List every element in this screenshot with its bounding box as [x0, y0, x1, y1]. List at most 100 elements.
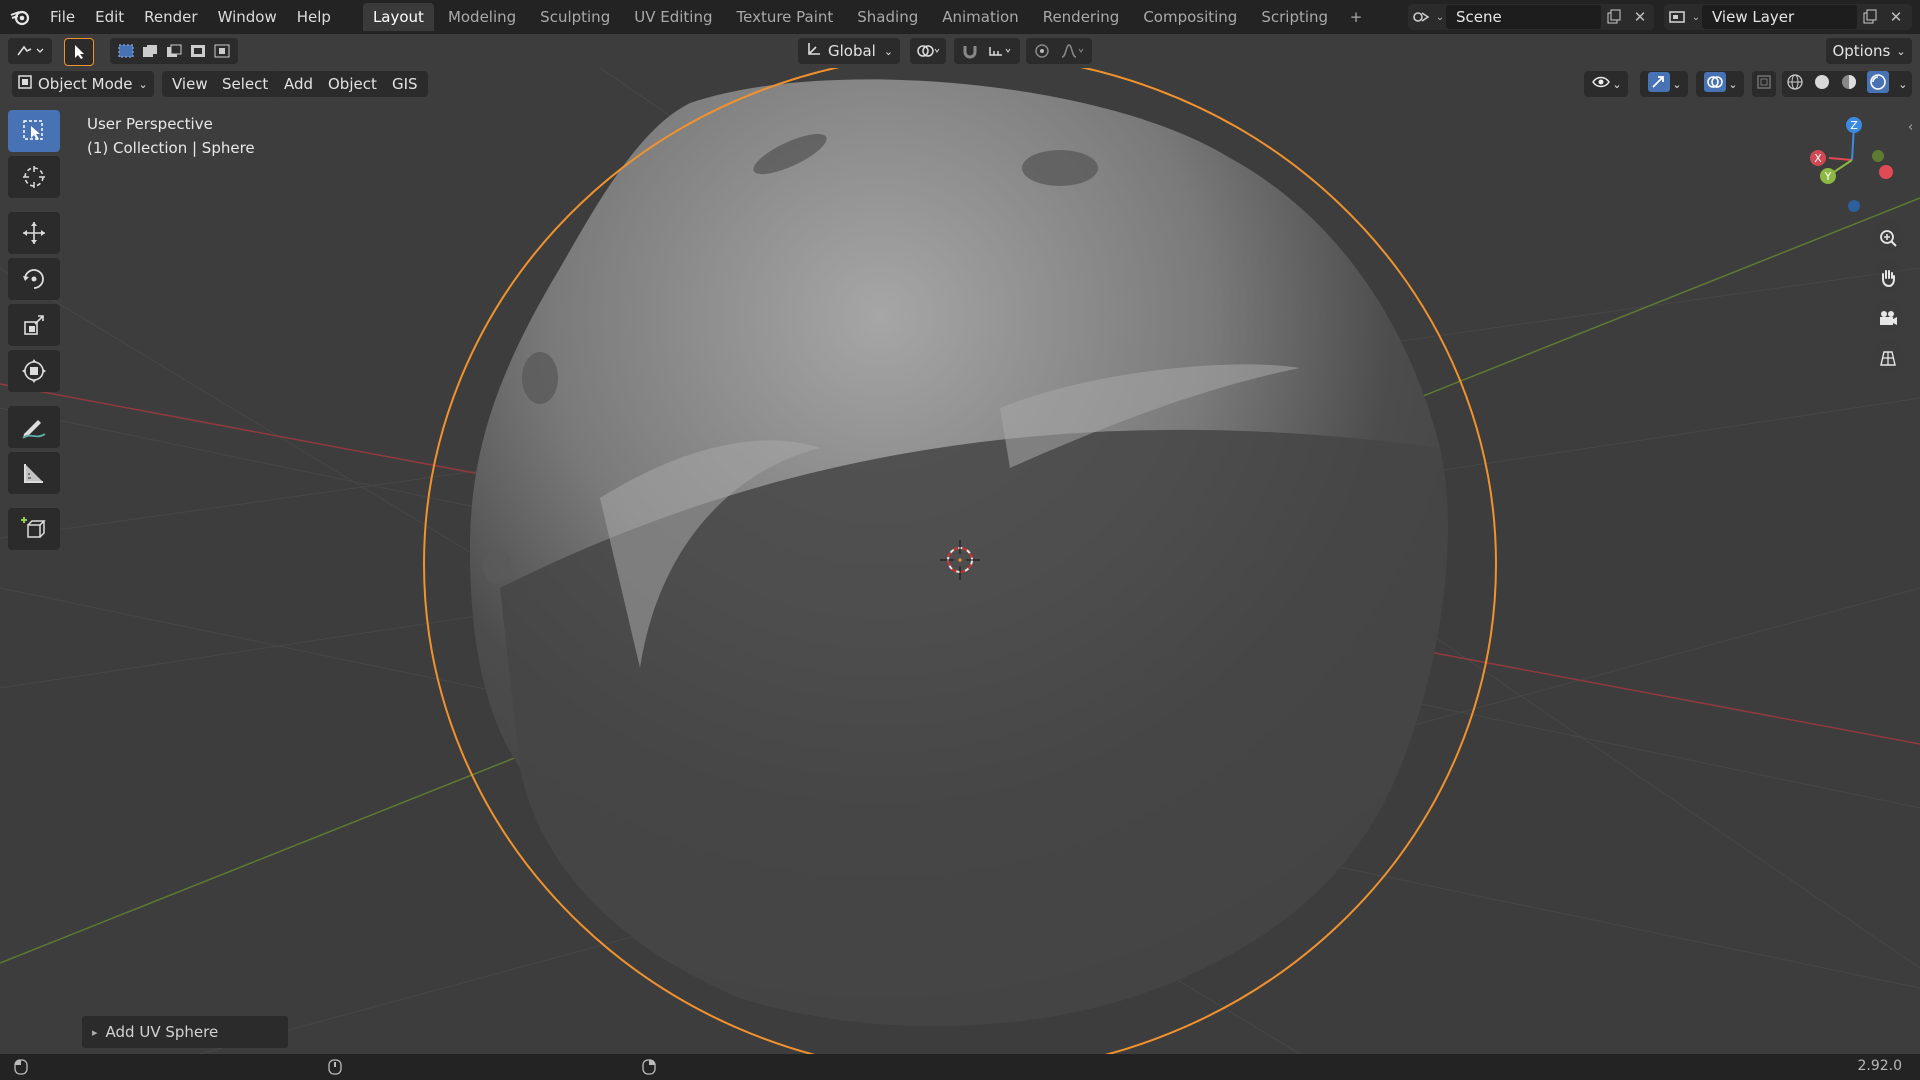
select-new-icon[interactable] [114, 44, 138, 58]
select-menu-label: Select [222, 75, 269, 93]
scene-icon[interactable] [1408, 4, 1434, 30]
options-dropdown[interactable]: Options ⌄ [1826, 38, 1912, 64]
visibility-dropdown[interactable]: ⌄ [1584, 71, 1628, 97]
chevron-left-icon[interactable]: ‹ [1908, 120, 1913, 135]
chevron-down-icon[interactable]: ⌄ [1434, 4, 1446, 30]
tab-animation[interactable]: Animation [932, 3, 1028, 31]
measure-tool-icon[interactable] [8, 452, 60, 494]
close-icon[interactable]: ✕ [1627, 4, 1653, 30]
perspective-label: User Perspective [87, 115, 213, 133]
proportional-icon[interactable] [1028, 43, 1056, 59]
view-menu[interactable]: View [162, 71, 218, 97]
workspace-tabs: Layout Modeling Sculpting UV Editing Tex… [362, 0, 1370, 34]
zoom-icon[interactable] [1872, 222, 1904, 254]
tab-compositing[interactable]: Compositing [1133, 3, 1247, 31]
select-tool-icon[interactable] [64, 38, 94, 66]
menu-window[interactable]: Window [208, 0, 287, 34]
move-tool-icon[interactable] [8, 212, 60, 254]
scale-tool-icon[interactable] [8, 304, 60, 346]
menu-help[interactable]: Help [287, 0, 341, 34]
navigation-gizmo[interactable]: Z X Y [1800, 110, 1900, 220]
select-intersect-icon[interactable] [210, 44, 234, 58]
close-icon[interactable]: ✕ [1883, 4, 1909, 30]
select-invert-icon[interactable] [186, 44, 210, 58]
select-menu[interactable]: Select [212, 71, 279, 97]
grid-view-icon[interactable] [1872, 342, 1904, 374]
chevron-down-icon: ⌄ [1672, 77, 1682, 91]
tab-texture-paint[interactable]: Texture Paint [726, 3, 843, 31]
snap-increment-icon[interactable] [984, 43, 1018, 59]
menu-edit[interactable]: Edit [85, 0, 134, 34]
wireframe-shading-icon[interactable] [1786, 73, 1804, 95]
gizmo-icon [1646, 72, 1672, 96]
gis-menu-label: GIS [392, 75, 418, 93]
tab-rendering[interactable]: Rendering [1033, 3, 1130, 31]
material-shading-icon[interactable] [1840, 73, 1858, 95]
rotate-tool-icon[interactable] [8, 258, 60, 300]
view-layer-selector: ⌄ View Layer ✕ [1664, 4, 1912, 30]
duplicate-view-layer-icon[interactable] [1857, 4, 1883, 30]
expand-arrow-icon[interactable]: ▸ [92, 1026, 98, 1039]
view-layer-name-field[interactable]: View Layer [1702, 5, 1857, 29]
left-toolbar [8, 110, 64, 554]
view-layer-icon[interactable] [1664, 4, 1690, 30]
gizmo-toggle[interactable]: ⌄ [1640, 71, 1688, 97]
tab-scripting[interactable]: Scripting [1251, 3, 1338, 31]
cursor-tool-icon[interactable] [8, 156, 60, 198]
chevron-down-icon[interactable]: ⌄ [1898, 78, 1907, 91]
viewport-info: User Perspective (1) Collection | Sphere [87, 112, 255, 160]
tab-modeling[interactable]: Modeling [438, 3, 526, 31]
rendered-shading-icon[interactable] [1867, 71, 1890, 97]
select-extend-icon[interactable] [138, 44, 162, 58]
xray-toggle[interactable] [1752, 71, 1776, 97]
scene-selector: ⌄ Scene ✕ [1408, 4, 1654, 30]
gizmo-x-label: X [1814, 152, 1822, 165]
object-menu-label: Object [328, 75, 377, 93]
falloff-curve-icon[interactable] [1056, 43, 1090, 59]
menu-render[interactable]: Render [134, 0, 207, 34]
transform-orientation-dropdown[interactable]: Global ⌄ [798, 38, 900, 64]
add-menu-label: Add [284, 75, 314, 93]
pivot-point-button[interactable] [910, 38, 946, 64]
magnet-icon[interactable] [956, 43, 984, 59]
mouse-left-icon [14, 1059, 28, 1079]
camera-icon[interactable] [1872, 302, 1904, 334]
view-menu-label: View [172, 75, 208, 93]
overlays-toggle[interactable]: ⌄ [1696, 71, 1744, 97]
tab-shading[interactable]: Shading [847, 3, 928, 31]
3d-viewport[interactable] [0, 68, 1920, 1054]
pan-hand-icon[interactable] [1872, 262, 1904, 294]
object-mode-dropdown[interactable]: Object Mode ⌄ [12, 71, 154, 97]
eye-icon [1590, 75, 1612, 93]
editor-type-button[interactable] [8, 38, 52, 64]
blender-logo-icon[interactable] [0, 0, 40, 34]
chevron-down-icon: ⌄ [1896, 44, 1906, 58]
object-menu[interactable]: Object [318, 71, 387, 97]
mouse-middle-icon [328, 1059, 342, 1079]
select-box-tool-icon[interactable] [8, 110, 60, 152]
tool-settings-header: Global ⌄ Options ⌄ [0, 34, 1920, 68]
select-subtract-icon[interactable] [162, 44, 186, 58]
chevron-down-icon[interactable]: ⌄ [1690, 4, 1702, 30]
transform-tool-icon[interactable] [8, 350, 60, 392]
scene-name-field[interactable]: Scene [1446, 5, 1601, 29]
tab-uv-editing[interactable]: UV Editing [624, 3, 722, 31]
options-label: Options [1832, 42, 1891, 60]
add-cube-tool-icon[interactable] [8, 508, 60, 550]
plus-icon[interactable]: + [1342, 8, 1370, 26]
solid-shading-icon[interactable] [1813, 73, 1831, 95]
xray-icon [1756, 74, 1772, 94]
orientation-icon [806, 41, 822, 61]
annotate-tool-icon[interactable] [8, 406, 60, 448]
gizmo-neg-z-dot [1848, 200, 1860, 212]
duplicate-scene-icon[interactable] [1601, 4, 1627, 30]
chevron-down-icon: ⌄ [1728, 77, 1738, 91]
menu-file[interactable]: File [40, 0, 85, 34]
selection-mode-buttons [110, 38, 238, 64]
chevron-down-icon: ⌄ [1612, 77, 1622, 91]
last-operator-panel[interactable]: ▸ Add UV Sphere [82, 1016, 288, 1048]
add-menu[interactable]: Add [274, 71, 324, 97]
gis-menu[interactable]: GIS [382, 71, 428, 97]
tab-sculpting[interactable]: Sculpting [530, 3, 620, 31]
tab-layout[interactable]: Layout [362, 3, 434, 31]
